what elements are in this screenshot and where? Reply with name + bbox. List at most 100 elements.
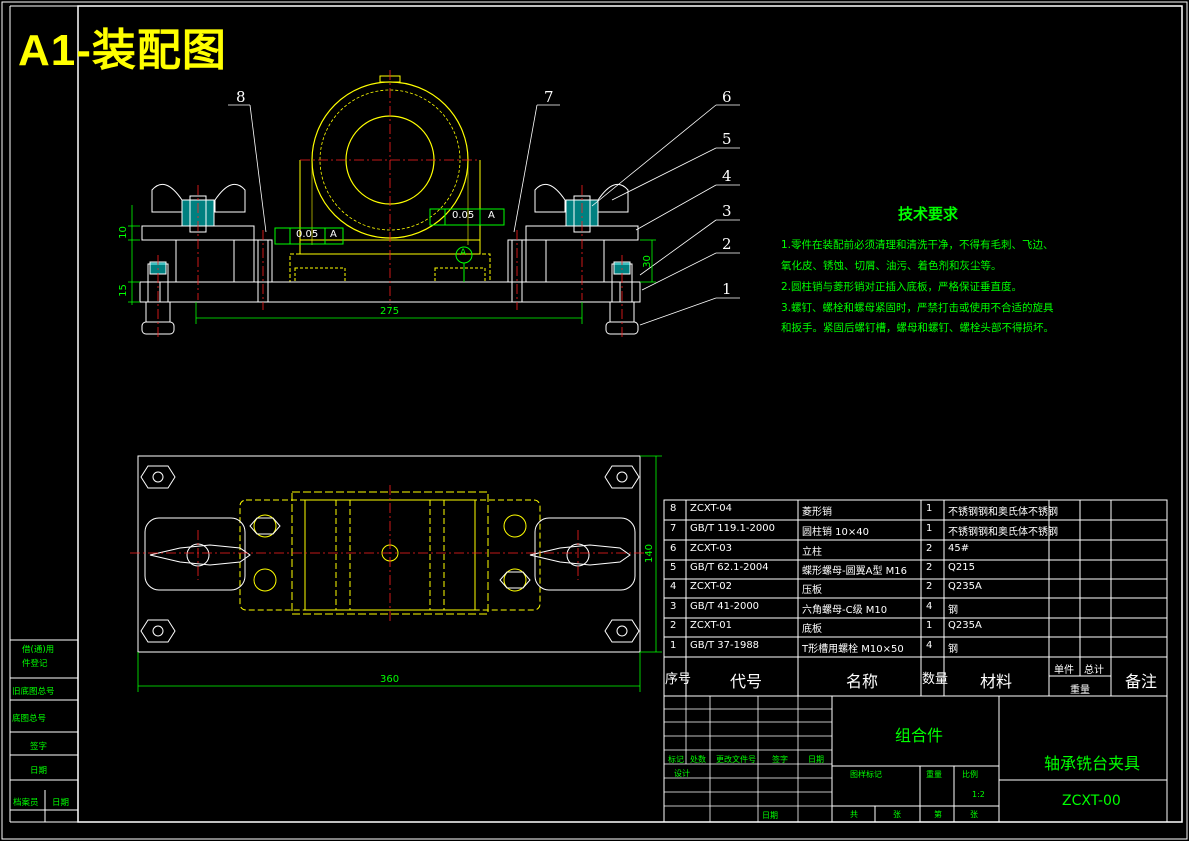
bom-no: 8 xyxy=(670,503,677,514)
product-name: 轴承铣台夹具 xyxy=(1044,754,1141,773)
bom-header-code: 代号 xyxy=(730,672,763,691)
tech-req-line-4: 3.螺钉、螺栓和螺母紧固时，严禁打击或使用不合适的旋具 xyxy=(781,302,1054,314)
bom-qty: 4 xyxy=(926,601,933,612)
tech-req-title: 技术要求 xyxy=(898,205,959,223)
tb-stage-mark: 图样标记 xyxy=(850,770,882,779)
bom-header-material: 材料 xyxy=(980,672,1013,691)
dim-275: 275 xyxy=(380,306,400,317)
bom-code: GB/T 41-2000 xyxy=(690,601,760,612)
perp-datum: A xyxy=(330,229,337,240)
dim-10: 10 xyxy=(117,226,129,239)
bom-code: GB/T 119.1-2000 xyxy=(690,523,775,534)
bom-code: GB/T 62.1-2004 xyxy=(690,562,769,573)
bom-code: ZCXT-03 xyxy=(690,543,733,554)
bom-material: 钢 xyxy=(948,644,958,655)
bom-qty: 1 xyxy=(926,523,933,534)
tb-design: 设计 xyxy=(674,769,690,778)
tb-sheet-2: 张 xyxy=(893,810,901,819)
bom-material: 45# xyxy=(948,543,970,554)
side-register: 件登记 xyxy=(22,659,48,669)
bom-material: 钢 xyxy=(948,605,958,616)
tb-count: 处数 xyxy=(690,755,706,764)
dim-140: 140 xyxy=(644,543,656,564)
balloon-7: 7 xyxy=(544,88,554,106)
tech-req-line-3: 2.圆柱销与菱形销对正插入底板，严格保证垂直度。 xyxy=(781,281,1023,293)
perp-value: 0.05 xyxy=(296,229,319,240)
bom-name: 六角螺母-C级 M10 xyxy=(802,605,888,616)
balloon-6: 6 xyxy=(722,88,732,106)
bom-name: T形槽用螺栓 M10×50 xyxy=(802,644,904,655)
datum-label: A xyxy=(460,248,467,258)
tech-req-line-2: 氧化皮、锈蚀、切屑、油污、着色剂和灰尘等。 xyxy=(781,260,1002,272)
bom-header-qty: 数量 xyxy=(922,672,949,687)
tech-req-line-5: 和扳手。紧固后螺钉槽，螺母和螺钉、螺栓头部不得损坏。 xyxy=(781,322,1054,334)
bom-name: 压板 xyxy=(802,585,822,596)
bom-no: 6 xyxy=(670,543,677,554)
top-view xyxy=(130,455,662,692)
bom-qty: 2 xyxy=(926,562,933,573)
balloon-2: 2 xyxy=(722,235,732,253)
dim-30: 30 xyxy=(641,255,653,268)
bom-no: 1 xyxy=(670,640,677,651)
bom-header-unit: 单件 xyxy=(1054,665,1074,676)
bom-qty: 1 xyxy=(926,620,933,631)
bom-header-name: 名称 xyxy=(846,672,879,691)
bom-code: GB/T 37-1988 xyxy=(690,640,760,651)
tb-change-doc: 更改文件号 xyxy=(716,755,756,764)
balloon-1: 1 xyxy=(722,280,732,298)
bom-name: 底板 xyxy=(802,624,822,635)
tb-mark: 标记 xyxy=(668,755,684,764)
bom-qty: 1 xyxy=(926,503,933,514)
bom-material: Q215 xyxy=(948,562,975,573)
bom-no: 4 xyxy=(670,581,677,592)
front-view xyxy=(128,70,740,340)
side-date: 日期 xyxy=(30,766,48,776)
tb-sheet-4: 张 xyxy=(970,810,978,819)
bom-header-total: 总计 xyxy=(1084,665,1104,676)
bom-code: ZCXT-02 xyxy=(690,581,733,592)
inner-border xyxy=(77,5,1183,823)
side-old-number: 旧底图总号 xyxy=(12,687,55,697)
bom-qty: 4 xyxy=(926,640,933,651)
side-archivist: 档案员 xyxy=(13,798,39,808)
tb-sign: 签字 xyxy=(772,755,788,764)
bom-name: 蝶形螺母-圆翼A型 M16 xyxy=(802,566,907,577)
bom-no: 3 xyxy=(670,601,677,612)
tb-sheet-3: 第 xyxy=(934,810,942,819)
bom-no: 7 xyxy=(670,523,677,534)
bom-qty: 2 xyxy=(926,543,933,554)
dim-15: 15 xyxy=(117,284,129,297)
assembly-label: 组合件 xyxy=(895,726,944,745)
outer-border xyxy=(1,1,1188,840)
par-datum: A xyxy=(488,210,495,221)
side-sign: 签字 xyxy=(30,742,48,752)
bom-material: Q235A xyxy=(948,581,982,592)
dim-360: 360 xyxy=(380,674,400,685)
tb-scale: 1:2 xyxy=(972,790,985,799)
bom-header-weight: 重量 xyxy=(1070,685,1090,696)
bom-material: Q235A xyxy=(948,620,982,631)
tb-sheet-1: 共 xyxy=(850,810,858,819)
bom-code: ZCXT-04 xyxy=(690,503,733,514)
tb-scale-label: 比例 xyxy=(962,770,978,779)
tech-req-line-1: 1.零件在装配前必须清理和清洗干净，不得有毛刺、飞边、 xyxy=(781,239,1054,251)
bom-no: 5 xyxy=(670,562,677,573)
tb-date-2: 日期 xyxy=(762,811,778,820)
drawing-title: A1-装配图 xyxy=(18,26,227,75)
bom-qty: 2 xyxy=(926,581,933,592)
tb-date: 日期 xyxy=(808,755,824,764)
bom-header-no: 序号 xyxy=(665,672,692,687)
drawing-sheet xyxy=(1,1,1188,840)
par-value: 0.05 xyxy=(452,210,475,221)
balloon-4: 4 xyxy=(722,167,732,185)
bom-name: 立柱 xyxy=(802,547,822,558)
side-date-2: 日期 xyxy=(52,798,70,808)
bom-header-remark: 备注 xyxy=(1125,672,1158,691)
drawing-number: ZCXT-00 xyxy=(1062,793,1121,809)
tb-weight: 重量 xyxy=(926,770,942,779)
bom-name: 菱形销 xyxy=(802,507,832,518)
bom-material: 不锈钢钢和奥氏体不锈钢 xyxy=(948,507,1058,518)
balloon-3: 3 xyxy=(722,202,732,220)
balloon-5: 5 xyxy=(722,130,732,148)
bom-name: 圆柱销 10×40 xyxy=(802,527,870,538)
